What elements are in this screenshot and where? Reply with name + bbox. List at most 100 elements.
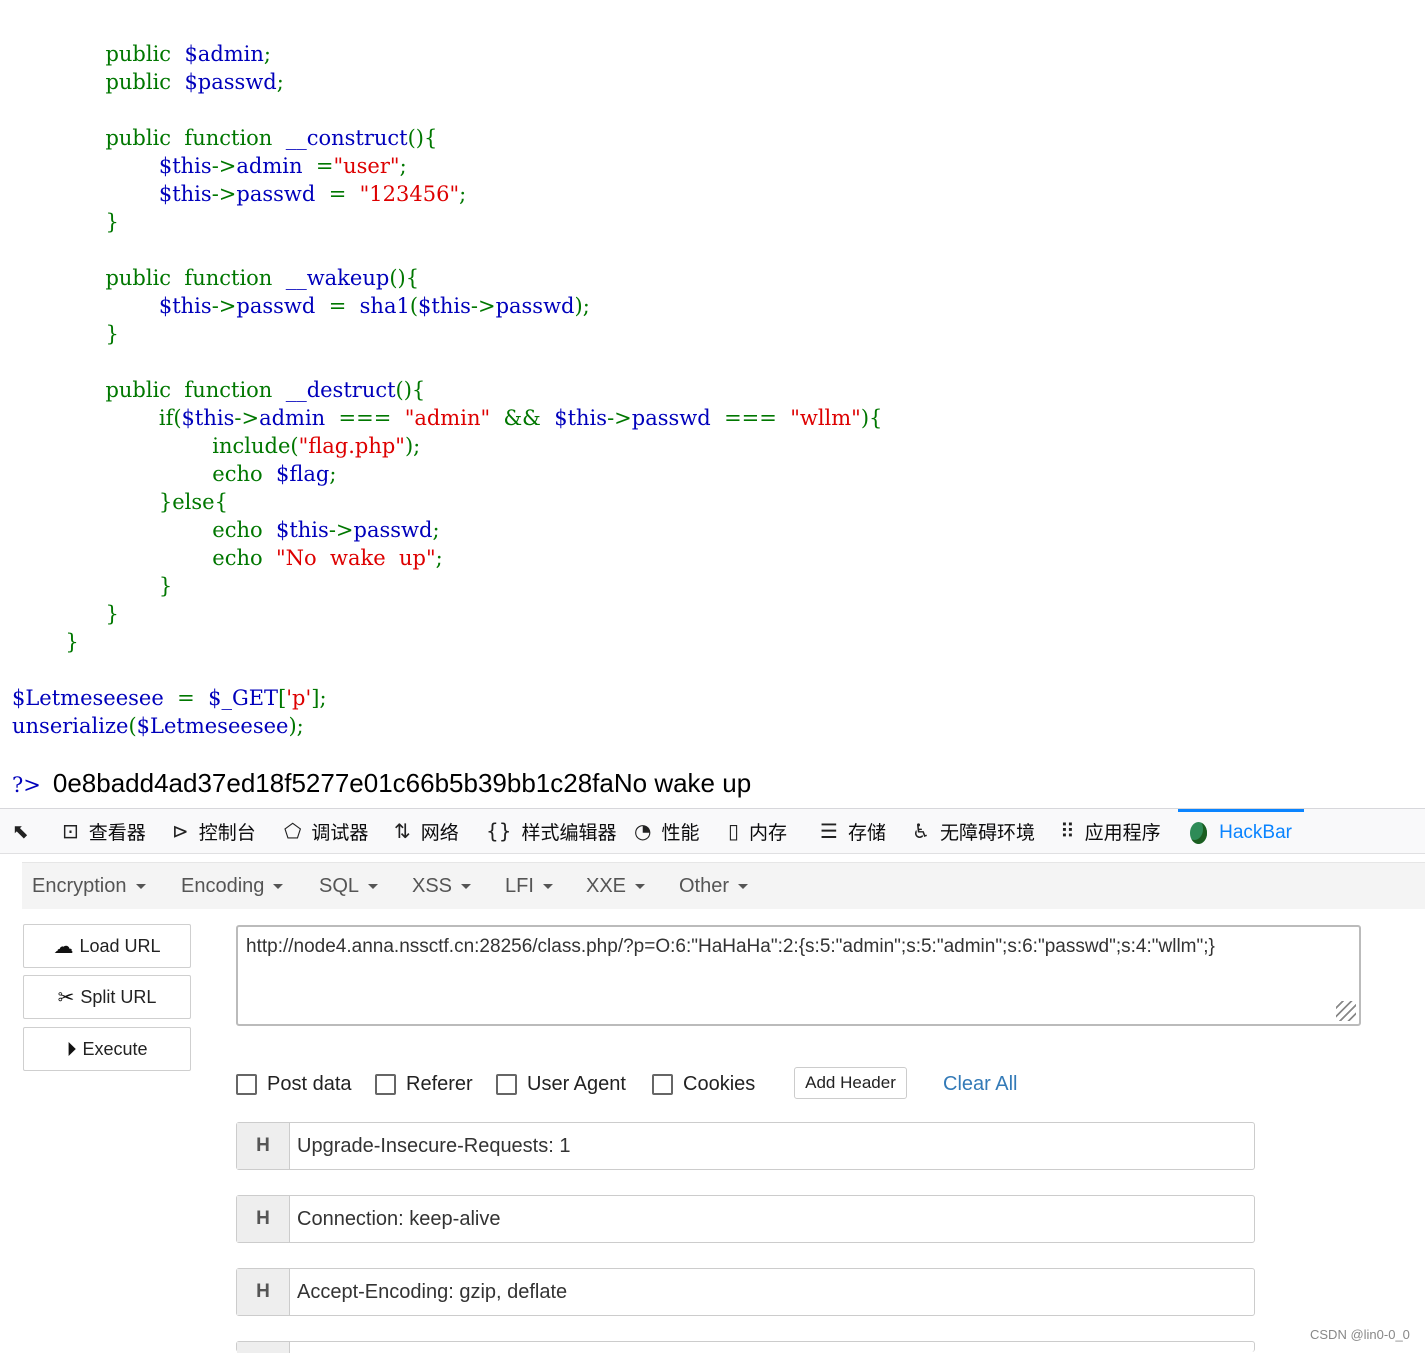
code-token: ); — [574, 294, 590, 318]
console-icon: ⊳ — [172, 819, 189, 843]
post-data-checkbox[interactable]: Post data — [236, 1068, 352, 1100]
menu-label: Other — [679, 874, 730, 897]
code-token: ; — [276, 70, 284, 94]
code-token: } — [158, 574, 173, 598]
code-token: -> — [211, 182, 237, 206]
header-value-input[interactable]: Connection: keep-alive — [297, 1196, 500, 1242]
code-line: public $passwd; — [12, 68, 882, 96]
checkbox-icon — [375, 1073, 396, 1095]
style-editor-icon: {} — [486, 819, 512, 843]
menu-encryption[interactable]: Encryption — [32, 863, 146, 909]
tab-application[interactable]: ⠿ 应用程序 — [1060, 809, 1161, 853]
menu-lfi[interactable]: LFI — [505, 863, 553, 909]
code-line: echo $flag; — [12, 460, 882, 488]
debugger-icon: ⬠ — [284, 819, 302, 843]
code-token: passwd — [631, 406, 725, 430]
menu-label: Encoding — [181, 874, 265, 897]
checkbox-label: Post data — [267, 1072, 352, 1095]
menu-xxe[interactable]: XXE — [586, 863, 646, 909]
execute-button[interactable]: ⏵ Execute — [23, 1027, 191, 1071]
code-token: public — [105, 42, 185, 66]
code-token: -> — [470, 294, 496, 318]
checkbox-icon — [496, 1073, 517, 1095]
code-line: } — [12, 572, 882, 600]
user-agent-checkbox[interactable]: User Agent — [496, 1068, 626, 1100]
code-token: ]; — [311, 686, 327, 710]
code-line: echo "No wake up"; — [12, 544, 882, 572]
tab-element-picker[interactable]: ⬉ — [12, 809, 39, 853]
tab-debugger[interactable]: ⬠ 调试器 — [284, 809, 368, 853]
code-token: $Letmeseesee — [12, 686, 178, 710]
tab-label: 控制台 — [198, 822, 256, 844]
menu-xss[interactable]: XSS — [412, 863, 472, 909]
code-token: passwd — [236, 182, 329, 206]
header-value-input[interactable]: Upgrade-Insecure-Requests: 1 — [297, 1123, 570, 1169]
header-tag-partial — [237, 1342, 290, 1353]
code-token: "user" — [333, 154, 400, 178]
caret-down-icon — [461, 883, 472, 889]
caret-down-icon — [273, 883, 284, 889]
tab-hackbar[interactable]: HackBar — [1178, 809, 1304, 853]
resize-grip-icon[interactable] — [1336, 1001, 1356, 1021]
checkbox-icon — [236, 1073, 257, 1095]
caret-down-icon — [135, 883, 146, 889]
code-token: (){ — [389, 266, 420, 290]
referer-checkbox[interactable]: Referer — [375, 1068, 473, 1100]
code-token: ( — [128, 714, 137, 738]
tab-performance[interactable]: ◔ 性能 — [634, 809, 699, 853]
hackbar-menu-bar: Encryption Encoding SQL XSS LFI XXE Othe… — [22, 862, 1425, 909]
header-value-input[interactable]: Accept-Encoding: gzip, deflate — [297, 1269, 567, 1315]
add-header-button[interactable]: Add Header — [794, 1067, 907, 1099]
tab-style-editor[interactable]: {} 样式编辑器 — [486, 809, 616, 853]
split-url-button[interactable]: ✂ Split URL — [23, 975, 191, 1019]
code-token: passwd — [236, 294, 329, 318]
code-token: $flag — [275, 462, 330, 486]
code-token: ; — [329, 462, 337, 486]
tab-storage[interactable]: ☰ 存储 — [820, 809, 886, 853]
tab-label: 样式编辑器 — [521, 822, 617, 844]
menu-sql[interactable]: SQL — [319, 863, 379, 909]
menu-other[interactable]: Other — [679, 863, 749, 909]
tab-network[interactable]: ⇅ 网络 — [394, 809, 459, 853]
code-token: === — [724, 406, 791, 430]
code-line: echo $this->passwd; — [12, 516, 882, 544]
cookies-checkbox[interactable]: Cookies — [652, 1068, 755, 1100]
menu-encoding[interactable]: Encoding — [181, 863, 284, 909]
tab-label: 内存 — [749, 822, 788, 844]
tab-console[interactable]: ⊳ 控制台 — [172, 809, 256, 853]
code-token: unserialize — [12, 714, 129, 738]
code-token: $this — [158, 154, 212, 178]
hackbar-logo-icon — [1190, 821, 1208, 844]
code-line: } — [12, 628, 882, 656]
url-input[interactable]: http://node4.anna.nssctf.cn:28256/class.… — [236, 925, 1361, 1026]
code-line: public function __wakeup(){ — [12, 264, 882, 292]
code-token: passwd — [495, 294, 575, 318]
code-token: -> — [211, 154, 237, 178]
code-token: public function — [105, 266, 286, 290]
code-token: -> — [607, 406, 632, 430]
tab-inspector[interactable]: ⊡ 查看器 — [62, 809, 146, 853]
tab-accessibility[interactable]: ♿ 无障碍环境 — [912, 809, 1035, 853]
code-token: "admin" — [404, 406, 504, 430]
clear-all-link[interactable]: Clear All — [943, 1068, 1017, 1100]
tab-memory[interactable]: ▯ 内存 — [728, 809, 787, 853]
header-row-partial — [236, 1341, 1255, 1353]
code-token: echo — [212, 546, 276, 570]
header-tag: H — [237, 1123, 290, 1169]
button-label: Load URL — [79, 935, 161, 956]
caret-down-icon — [635, 883, 646, 889]
code-token: public function — [105, 126, 286, 150]
code-token: }else{ — [158, 490, 228, 514]
code-line: unserialize($Letmeseesee); — [12, 712, 882, 740]
code-token: $_GET — [208, 686, 279, 710]
code-token: $this — [418, 294, 471, 318]
code-token: $passwd — [184, 70, 277, 94]
code-token: -> — [234, 406, 260, 430]
load-url-button[interactable]: ☁ Load URL — [23, 924, 191, 968]
checkbox-label: Cookies — [683, 1072, 756, 1095]
